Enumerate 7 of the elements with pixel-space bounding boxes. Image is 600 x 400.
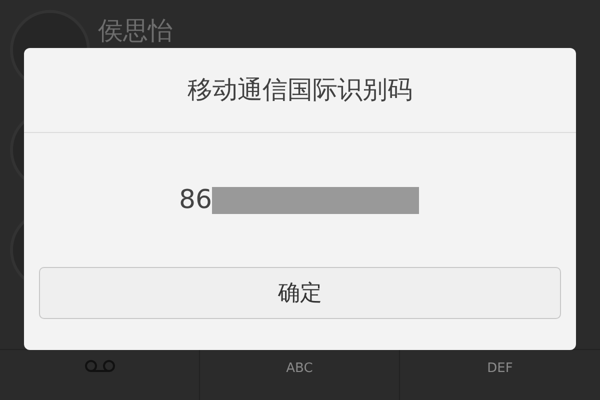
key-letters[interactable]: DEF [487, 359, 513, 400]
dialog-title: 移动通信国际识别码 [188, 74, 412, 106]
confirm-button[interactable]: 确定 [39, 267, 561, 319]
key-letters[interactable]: ABC [286, 359, 313, 400]
code-value: 86 [179, 184, 212, 216]
contact-name: 侯思怡 [98, 16, 173, 46]
voicemail-icon[interactable] [84, 359, 116, 373]
